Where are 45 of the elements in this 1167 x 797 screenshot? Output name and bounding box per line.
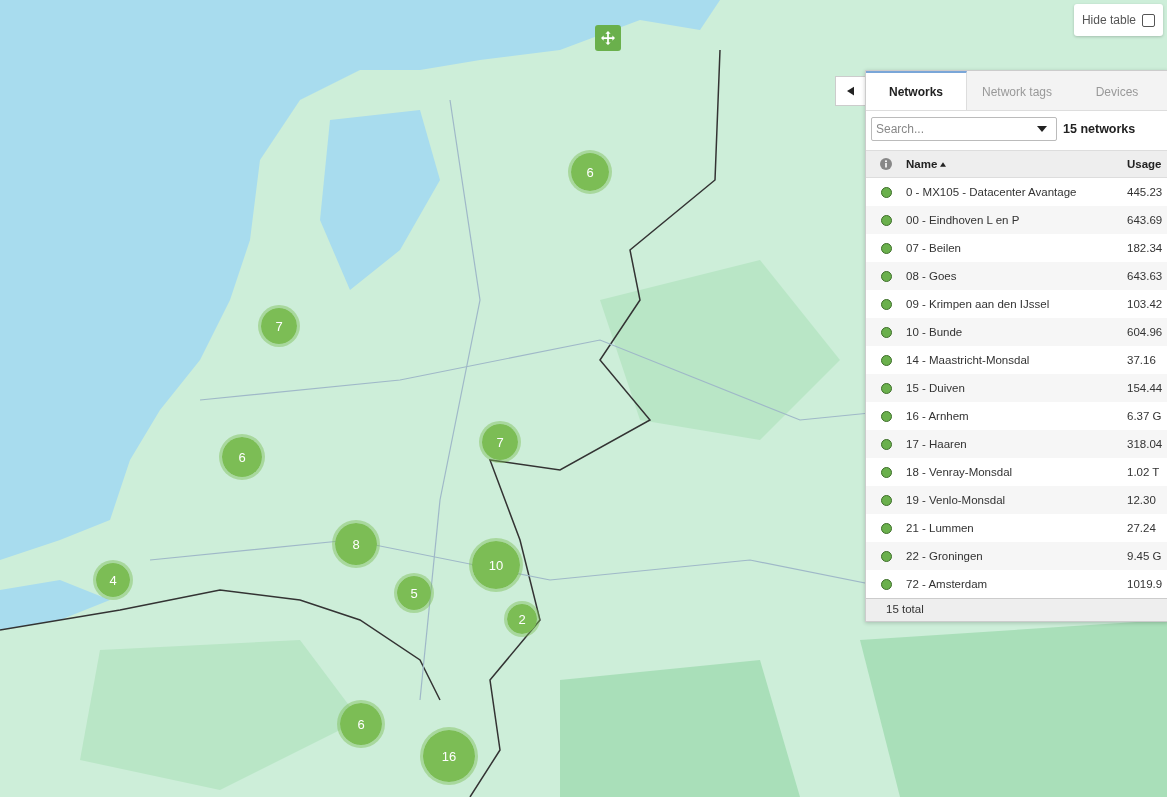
- column-header[interactable]: Name: [906, 158, 1127, 170]
- device-marker[interactable]: [595, 25, 621, 51]
- network-count: 15 networks: [1063, 122, 1136, 136]
- network-name[interactable]: 10 - Bunde: [906, 326, 1127, 338]
- tab[interactable]: Networks: [866, 71, 967, 110]
- network-name[interactable]: 18 - Venray-Monsdal: [906, 466, 1127, 478]
- usage-value: 12.30: [1127, 494, 1157, 506]
- caret-icon: [847, 86, 854, 96]
- search-field[interactable]: Search...: [871, 117, 1057, 141]
- network-name[interactable]: 16 - Arnhem: [906, 410, 1127, 422]
- sort-icon: [940, 161, 947, 167]
- usage-value: 318.04: [1127, 438, 1164, 450]
- usage-value: 103.42: [1127, 298, 1164, 310]
- usage-value: 643.63: [1127, 270, 1164, 282]
- network-name[interactable]: 00 - Eindhoven L en P: [906, 214, 1127, 226]
- usage-value: 643.69: [1127, 214, 1164, 226]
- network-name[interactable]: 17 - Haaren: [906, 438, 1127, 450]
- move-icon: [601, 31, 615, 45]
- usage-value: 6.37 G: [1127, 410, 1163, 422]
- usage-value: 1.02 T: [1127, 466, 1161, 478]
- column-header[interactable]: Usage: [1127, 158, 1167, 170]
- checkbox[interactable]: [1142, 13, 1155, 27]
- usage-value: 27.24: [1127, 522, 1157, 534]
- dropdown-caret-icon: [1037, 126, 1047, 132]
- network-name[interactable]: 22 - Groningen: [906, 550, 1127, 562]
- usage-value: 9.45 G: [1127, 550, 1163, 562]
- usage-value: 604.96: [1127, 326, 1164, 338]
- network-name[interactable]: 15 - Duiven: [906, 382, 1127, 394]
- network-name[interactable]: 0 - MX105 - Datacenter Avantage: [906, 186, 1127, 198]
- info-icon: [880, 158, 892, 170]
- network-name[interactable]: 72 - Amsterdam: [906, 578, 1127, 590]
- usage-value: 445.23: [1127, 186, 1164, 198]
- network-name[interactable]: 08 - Goes: [906, 270, 1127, 282]
- collapse-button[interactable]: [835, 76, 865, 106]
- network-name[interactable]: 19 - Venlo-Monsdal: [906, 494, 1127, 506]
- usage-value: 182.34: [1127, 242, 1164, 254]
- hide-table-toggle[interactable]: Hide table: [1073, 4, 1163, 36]
- usage-value: 1019.9: [1127, 578, 1164, 590]
- network-name[interactable]: 07 - Beilen: [906, 242, 1127, 254]
- table-footer: 15 total: [866, 598, 1167, 621]
- usage-value: 154.44: [1127, 382, 1164, 394]
- usage-value: 37.16: [1127, 354, 1157, 366]
- network-name[interactable]: 14 - Maastricht-Monsdal: [906, 354, 1127, 366]
- network-name[interactable]: 09 - Krimpen aan den IJssel: [906, 298, 1127, 310]
- network-name[interactable]: 21 - Lummen: [906, 522, 1127, 534]
